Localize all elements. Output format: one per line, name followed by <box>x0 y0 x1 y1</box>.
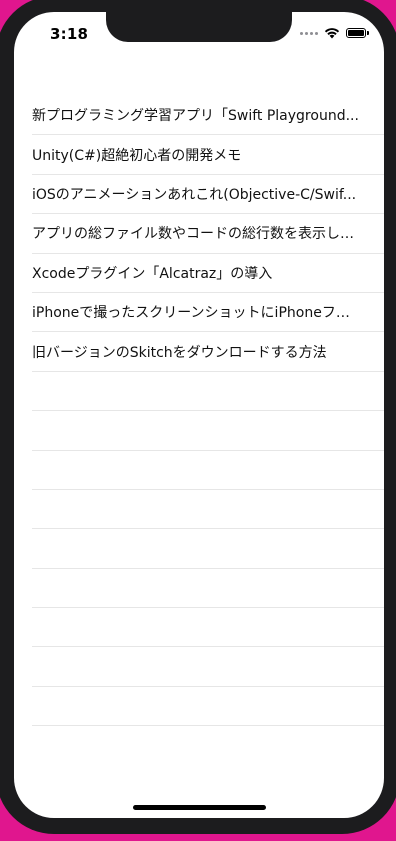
home-indicator[interactable] <box>133 805 266 810</box>
status-icons <box>300 27 369 39</box>
screen: 3:18 新プログラミング学習アプリ「Swift Playground... U… <box>14 12 384 818</box>
list-item[interactable]: 旧バージョンのSkitchをダウンロードする方法 <box>32 332 384 372</box>
list-item[interactable]: iOSのアニメーションあれこれ(Objective-C/Swif... <box>32 175 384 215</box>
list-item-label: 新プログラミング学習アプリ「Swift Playground... <box>32 108 359 125</box>
list-item-label: iPhoneで撮ったスクリーンショットにiPhoneフ… <box>32 305 350 322</box>
notch <box>106 12 292 42</box>
list-item-label: 旧バージョンのSkitchをダウンロードする方法 <box>32 344 327 361</box>
wifi-icon <box>324 28 340 39</box>
list-item-label: アプリの総ファイル数やコードの総行数を表示し… <box>32 226 354 243</box>
list-item-label: Xcodeプラグイン「Alcatraz」の導入 <box>32 265 273 282</box>
list-item[interactable]: 新プログラミング学習アプリ「Swift Playground... <box>32 96 384 136</box>
empty-row <box>32 687 384 727</box>
empty-row <box>32 372 384 412</box>
table-view: 新プログラミング学習アプリ「Swift Playground... Unity(… <box>32 96 384 727</box>
list-item-label: Unity(C#)超絶初心者の開発メモ <box>32 147 242 164</box>
empty-row <box>32 569 384 609</box>
list-item[interactable]: Xcodeプラグイン「Alcatraz」の導入 <box>32 254 384 293</box>
empty-row <box>32 490 384 530</box>
cellular-signal-icon <box>300 31 318 35</box>
list-item[interactable]: Unity(C#)超絶初心者の開発メモ <box>32 135 384 175</box>
empty-row <box>32 411 384 451</box>
list-item[interactable]: iPhoneで撮ったスクリーンショットにiPhoneフ… <box>32 293 384 333</box>
status-time: 3:18 <box>50 25 89 43</box>
empty-row <box>32 608 384 648</box>
empty-row <box>32 451 384 490</box>
empty-row <box>32 647 384 687</box>
list-item[interactable]: アプリの総ファイル数やコードの総行数を表示し… <box>32 214 384 254</box>
empty-row <box>32 529 384 569</box>
list-item-label: iOSのアニメーションあれこれ(Objective-C/Swif... <box>32 186 357 203</box>
battery-icon <box>346 28 369 38</box>
